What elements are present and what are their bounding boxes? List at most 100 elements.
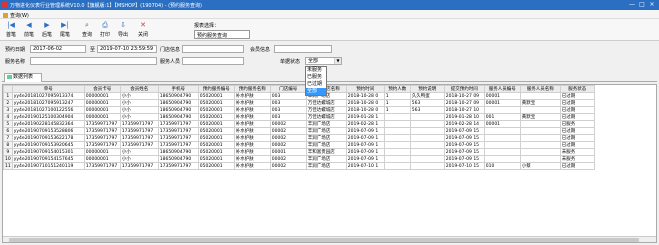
table-cell: 2018-10-27 10 — [443, 106, 485, 114]
table-cell — [383, 134, 411, 142]
table-cell: 已过期 — [559, 106, 595, 114]
column-header[interactable] — [3, 85, 13, 93]
status-option[interactable]: 已服务 — [306, 74, 326, 81]
column-header[interactable]: 预约说明 — [409, 85, 445, 93]
column-header[interactable]: 服务人员名称 — [519, 85, 561, 93]
column-header[interactable]: 单号 — [11, 85, 85, 93]
chevron-down-icon[interactable]: ▼ — [334, 58, 341, 64]
table-cell: 00002 — [269, 134, 307, 142]
table-row[interactable]: 2 yy4e20181027095913247 00000001 小小 18650904… — [3, 99, 595, 107]
table-row[interactable]: 4 yy4e20190125100304904 00000001 小小 18650904… — [3, 113, 595, 121]
table-cell: 丰润广场店 — [305, 120, 347, 128]
table-cell: 2019-07-10 15 — [443, 162, 485, 170]
close-button[interactable]: ✕ 关闭 — [134, 20, 152, 39]
maximize-button[interactable]: □ — [637, 1, 647, 9]
table-cell: 17359971797 — [83, 120, 121, 128]
print-button[interactable]: ⎙ 打印 — [96, 20, 114, 39]
table-cell: 未服务 — [559, 148, 595, 156]
table-cell — [519, 92, 561, 100]
table-cell — [409, 113, 445, 121]
report-select-label: 报表选择： — [194, 23, 220, 29]
table-row[interactable]: 8 yy4e20190709153920645 17359971797 1735997… — [3, 141, 595, 149]
table-cell: 已过期 — [559, 92, 595, 100]
table-cell: yy4e20190709154015301 — [11, 148, 85, 156]
column-header[interactable]: 手机号 — [157, 85, 199, 93]
table-cell: 丰润广场店 — [305, 127, 347, 135]
table-row[interactable]: 7 yy4e20190709153622178 17359971797 1735997… — [3, 134, 595, 142]
table-cell: 00002 — [269, 155, 307, 163]
status-label: 单据状态 — [280, 59, 301, 65]
table-cell: yy4e20190125100304904 — [11, 113, 85, 121]
service-input[interactable] — [30, 57, 157, 65]
table-cell: 2019-07-09 15 — [443, 155, 485, 163]
column-header[interactable]: 预约服务名称 — [233, 85, 271, 93]
report-select[interactable]: 预约服务查询 — [194, 30, 250, 39]
scrollbar-thumb[interactable] — [9, 238, 639, 242]
table-cell: 万佳达螺城店 — [305, 99, 347, 107]
table-cell: 00000001 — [83, 99, 121, 107]
table-row[interactable]: 5 yy4e20190228145832364 17359971797 1735997… — [3, 120, 595, 128]
table-cell: 563 — [409, 106, 445, 114]
table-cell — [483, 141, 521, 149]
table-cell: 2019-07-09 1 — [345, 148, 385, 156]
status-option[interactable]: 已过期 — [306, 81, 326, 88]
table-cell: 00000001 — [83, 155, 121, 163]
table-cell: 17359971797 — [119, 162, 159, 170]
table-cell — [519, 148, 561, 156]
date-to-input[interactable]: 2019-07-10 23:59:59 — [97, 45, 157, 53]
table-cell: 小小 — [119, 113, 159, 121]
table-cell: 2019-07-09 15 — [443, 127, 485, 135]
table-cell: 2019-07-09 1 — [345, 155, 385, 163]
table-cell: 2019-07-09 15 — [443, 148, 485, 156]
title-bar: 万物进化仪表行业管理系统V10.0【旗舰版:1】【MSHOP】(190704) … — [0, 0, 659, 10]
staff-input[interactable] — [182, 57, 244, 65]
next-record-button[interactable]: ▶ 后笔 — [38, 20, 56, 39]
column-header[interactable]: 预约服务编号 — [197, 85, 235, 93]
table-cell: 563 — [409, 99, 445, 107]
export-button[interactable]: ⇩ 导出 — [114, 20, 132, 39]
table-row[interactable]: 11 yy4e20190710151240119 17359971797 173599… — [3, 162, 595, 170]
column-header[interactable]: 服务状态 — [559, 85, 595, 93]
table-cell — [519, 141, 561, 149]
column-header[interactable]: 预约时间 — [345, 85, 385, 93]
column-header[interactable]: 预约人数 — [383, 85, 411, 93]
tab-data-list[interactable]: 数据列表 — [4, 73, 42, 82]
table-cell: 05020001 — [197, 141, 235, 149]
last-record-button[interactable]: ▶| 尾笔 — [56, 20, 74, 39]
table-row[interactable]: 10 yy4e20190709154157645 00000001 小小 1865090… — [3, 155, 595, 163]
status-option-selected[interactable]: 全部 — [306, 88, 326, 95]
store-input[interactable] — [182, 45, 244, 53]
table-cell: 00001 — [483, 120, 521, 128]
table-cell — [383, 162, 411, 170]
table-cell: 已服务 — [559, 120, 595, 128]
query-button[interactable]: ⌕ 查询 — [78, 20, 96, 39]
status-option[interactable]: 未服务 — [306, 67, 326, 74]
close-window-button[interactable]: × — [647, 1, 657, 9]
date-from-input[interactable]: 2017-06-02 — [30, 45, 86, 53]
table-row[interactable]: 1 yy4e20181027095913374 00000001 小小 18650904… — [3, 92, 595, 100]
table-cell — [519, 106, 561, 114]
minimize-button[interactable]: — — [627, 1, 637, 9]
table-row[interactable]: 3 yy4e20181027100122556 00000001 小小 18650904… — [3, 106, 595, 114]
table-cell: 05020001 — [197, 106, 235, 114]
column-header[interactable]: 门店编号 — [269, 85, 307, 93]
table-cell: 05020001 — [197, 127, 235, 135]
table-cell: 2018-10-28 0 — [345, 99, 385, 107]
member-label: 会员信息 — [250, 47, 271, 53]
last-icon: ▶| — [61, 21, 69, 29]
next-record-label: 后笔 — [41, 32, 52, 38]
prev-record-button[interactable]: ◀ 前笔 — [20, 20, 38, 39]
table-cell: 黄默宝 — [519, 99, 561, 107]
column-header[interactable]: 会员卡号 — [83, 85, 121, 93]
column-header[interactable]: 服务人员编号 — [483, 85, 521, 93]
horizontal-scrollbar[interactable] — [3, 236, 656, 242]
member-input[interactable] — [274, 45, 332, 53]
table-row[interactable]: 9 yy4e20190709154015301 00000001 小小 18650904… — [3, 148, 595, 156]
column-header[interactable]: 会员姓名 — [119, 85, 159, 93]
first-record-button[interactable]: |◀ 首笔 — [2, 20, 20, 39]
menu-query[interactable]: 查询(W) — [3, 12, 29, 19]
table-row[interactable]: 6 yy4e20190709153528806 17359971797 1735997… — [3, 127, 595, 135]
table-cell: 2019-02-28 1 — [345, 120, 385, 128]
column-header[interactable]: 提交预约时间 — [443, 85, 485, 93]
table-cell: 00000001 — [83, 113, 121, 121]
